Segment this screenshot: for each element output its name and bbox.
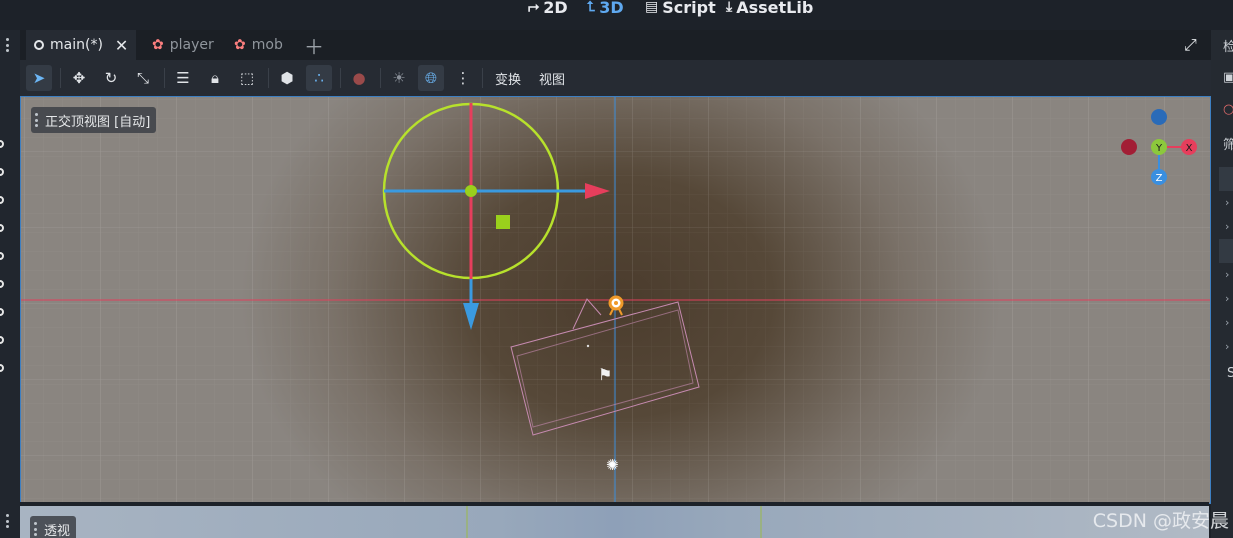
select-tool-button[interactable]: ➤ xyxy=(26,65,52,91)
sun-icon: ☀ xyxy=(392,69,406,87)
visibility-eye-icon[interactable] xyxy=(0,252,4,260)
camera-icon: ● xyxy=(352,69,366,87)
visibility-eye-icon[interactable] xyxy=(0,224,4,232)
dock-drag-handle[interactable] xyxy=(6,514,10,528)
chevron-right-icon[interactable]: › xyxy=(1225,268,1229,281)
assetlib-icon: ⤓ xyxy=(726,0,733,15)
y-axis-handle xyxy=(465,185,477,197)
transform-menu[interactable]: 变换 xyxy=(495,69,521,88)
kebab-menu-icon xyxy=(35,113,39,127)
mode-assetlib-button[interactable]: ⤓ AssetLib xyxy=(726,0,813,19)
group-button[interactable]: ⬚ xyxy=(234,65,260,91)
visibility-eye-icon[interactable] xyxy=(0,140,4,148)
perspective-view-menu[interactable]: 透视 xyxy=(30,516,77,538)
plane-handle xyxy=(496,215,510,229)
scene-node-icon: ✿ xyxy=(152,37,164,53)
visibility-eye-icon[interactable] xyxy=(0,168,4,176)
3d-icon: ⮤ xyxy=(587,0,596,15)
viewport-toolbar: ➤ ✥ ↻ ⤡ ☰ 🔒︎ ⬚ ⬢ ∴ ● ☀ 🌐︎ ⋮ 变换 视图 xyxy=(20,60,1211,96)
dock-drag-handle[interactable] xyxy=(6,38,10,52)
node-icon: ○ xyxy=(1223,102,1233,117)
chevron-right-icon[interactable]: › xyxy=(1225,196,1229,209)
local-space-button[interactable]: ⬢ xyxy=(274,65,300,91)
visibility-eye-icon[interactable] xyxy=(0,308,4,316)
distraction-free-button[interactable]: ⤢ xyxy=(1184,30,1197,60)
camera-dot xyxy=(586,344,590,348)
snap-icon: ∴ xyxy=(314,69,324,87)
script-icon: ▤ xyxy=(645,0,659,15)
gizmo-x-label: X xyxy=(1186,143,1193,154)
kebab-menu-icon: ⋮ xyxy=(455,69,471,87)
viewport-3d-perspective[interactable]: 透视 xyxy=(20,506,1209,538)
list-select-button[interactable]: ☰ xyxy=(170,65,196,91)
visibility-eye-icon[interactable] xyxy=(0,364,4,372)
group-icon: ⬚ xyxy=(239,69,255,87)
view-menu[interactable]: 视图 xyxy=(539,69,565,88)
visibility-eye-icon[interactable] xyxy=(0,336,4,344)
chevron-right-icon[interactable]: › xyxy=(1225,340,1229,353)
cursor-icon: ➤ xyxy=(32,69,46,87)
chevron-right-icon[interactable]: › xyxy=(1225,220,1229,233)
visibility-eye-icon[interactable] xyxy=(0,280,4,288)
inspector-tab[interactable]: 检 xyxy=(1223,36,1233,55)
list-select-icon: ☰ xyxy=(176,69,190,87)
2d-icon: ⮣ xyxy=(528,0,540,15)
mode-2d-button[interactable]: ⮣ 2D xyxy=(528,0,568,19)
filter-field[interactable]: 筛 xyxy=(1223,134,1233,153)
add-tab-button[interactable]: ＋ xyxy=(304,30,324,60)
rotate-icon: ↻ xyxy=(104,69,118,87)
mode-3d-button[interactable]: ⮤ 3D xyxy=(587,0,624,19)
move-tool-button[interactable]: ✥ xyxy=(66,65,92,91)
list-item[interactable] xyxy=(1219,167,1233,191)
tab-mob[interactable]: ✿ mob xyxy=(234,30,283,60)
mode-script-button[interactable]: ▤ Script xyxy=(645,0,716,19)
chevron-right-icon[interactable]: › xyxy=(1225,292,1229,305)
camera-preview-button[interactable]: ● xyxy=(346,65,372,91)
viewport-scene: ⚑ ✺ Y X Z xyxy=(21,97,1210,503)
scene-node-icon: ✿ xyxy=(234,37,246,53)
perspective-scene xyxy=(466,506,762,538)
lock-button[interactable]: 🔒︎ xyxy=(202,65,228,91)
globe-icon: 🌐︎ xyxy=(424,69,437,87)
cube-icon: ⬢ xyxy=(280,69,294,87)
light-icon: ✺ xyxy=(606,456,619,474)
section-label: S xyxy=(1227,366,1233,381)
left-dock-strip xyxy=(0,30,20,538)
snap-button[interactable]: ∴ xyxy=(306,65,332,91)
move-icon: ✥ xyxy=(72,69,86,87)
watermark: CSDN @政安晨 xyxy=(1092,510,1229,532)
lock-icon: 🔒︎ xyxy=(211,69,219,87)
sun-preview-button[interactable]: ☀ xyxy=(386,65,412,91)
viewport-3d-top[interactable]: ⚑ ✺ Y X Z 正交顶视图 [自动] xyxy=(20,96,1211,504)
list-item[interactable] xyxy=(1219,239,1233,263)
chevron-right-icon[interactable]: › xyxy=(1225,316,1229,329)
kebab-menu-icon xyxy=(34,522,38,536)
viewport-view-menu[interactable]: 正交顶视图 [自动] xyxy=(31,107,157,133)
tab-main[interactable]: main(*) ✕ xyxy=(26,30,137,60)
right-dock: 检 ▣ ○ 筛 › › › › › › S xyxy=(1211,30,1233,538)
viewport-view-label: 正交顶视图 [自动] xyxy=(45,114,151,130)
main-toolbar: ⮣ 2D ⮤ 3D ▤ Script ⤓ AssetLib xyxy=(0,0,1233,30)
gizmo-y-label: Y xyxy=(1155,143,1163,154)
visibility-eye-icon[interactable] xyxy=(0,196,4,204)
more-options-button[interactable]: ⋮ xyxy=(450,65,476,91)
rotate-tool-button[interactable]: ↻ xyxy=(98,65,124,91)
tab-player[interactable]: ✿ player xyxy=(152,30,214,60)
node3d-icon xyxy=(34,40,44,50)
gizmo-z-label: Z xyxy=(1156,173,1163,184)
environment-preview-button[interactable]: 🌐︎ xyxy=(418,65,444,91)
save-icon[interactable]: ▣ xyxy=(1223,70,1233,85)
perspective-view-label: 透视 xyxy=(44,523,71,538)
camera-icon: ⚑ xyxy=(598,365,612,384)
scale-tool-button[interactable]: ⤡ xyxy=(130,65,156,91)
close-icon[interactable]: ✕ xyxy=(115,36,128,55)
scale-icon: ⤡ xyxy=(136,69,149,87)
scene-tabs: main(*) ✕ ✿ player ✿ mob ＋ ⤢ xyxy=(20,30,1211,60)
